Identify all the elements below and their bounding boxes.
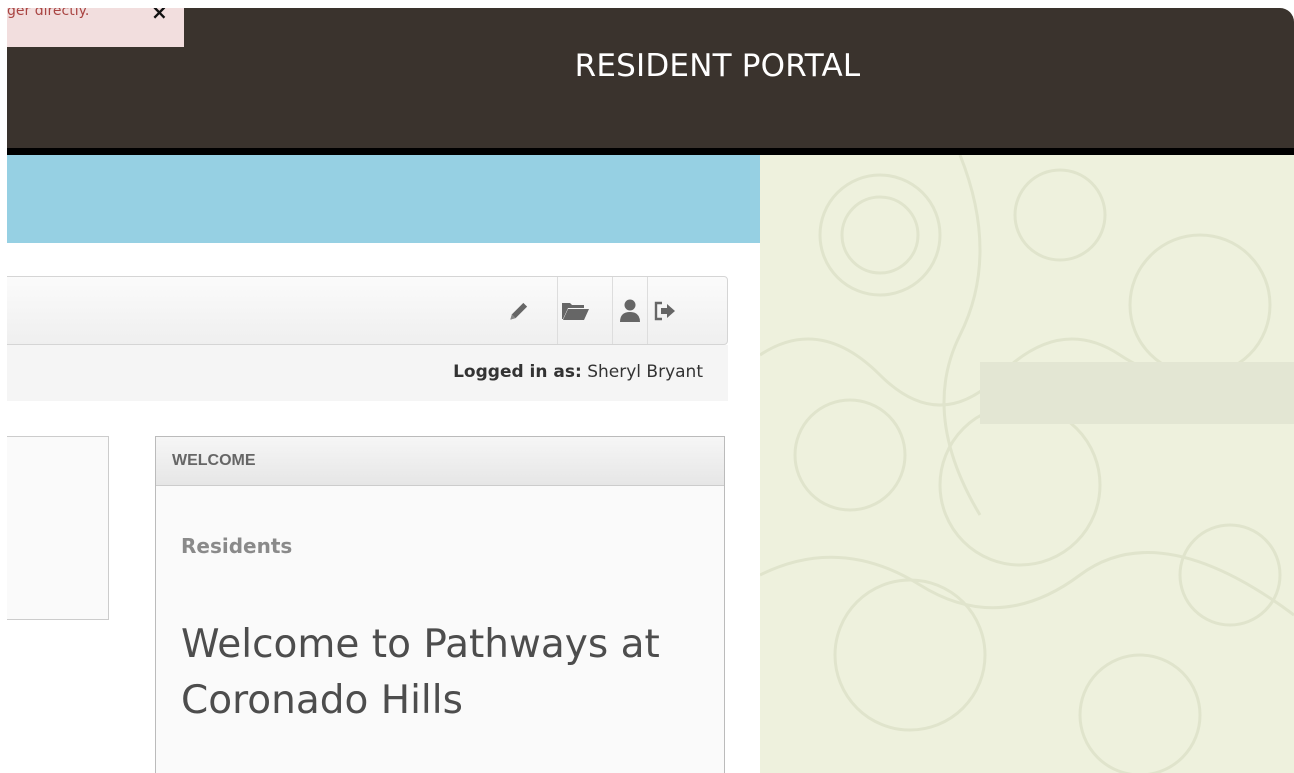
pencil-icon bbox=[506, 298, 532, 324]
welcome-heading: Welcome to Pathways at Coronado Hills bbox=[181, 622, 660, 723]
user-icon bbox=[619, 298, 641, 324]
user-name: Sheryl Bryant bbox=[587, 362, 703, 382]
logout-button[interactable] bbox=[647, 277, 682, 344]
documents-button[interactable] bbox=[557, 277, 592, 344]
paisley-pattern bbox=[760, 155, 1294, 773]
sign-out-icon bbox=[653, 300, 677, 322]
blue-banner bbox=[7, 155, 760, 243]
welcome-panel-title: WELCOME bbox=[172, 452, 256, 469]
portal-title: RESIDENT PORTAL bbox=[574, 48, 861, 84]
main-content: Logged in as: Sheryl Bryant WELCOME Resi… bbox=[7, 155, 760, 773]
edit-button[interactable] bbox=[502, 277, 536, 344]
welcome-panel-header: WELCOME bbox=[156, 437, 724, 486]
profile-button[interactable] bbox=[612, 277, 647, 344]
alert-banner: ger directly. × bbox=[7, 8, 184, 47]
alert-close-button[interactable]: × bbox=[151, 8, 168, 24]
decorative-background bbox=[760, 155, 1294, 773]
user-toolbar bbox=[7, 276, 728, 345]
logged-in-text: Logged in as: Sheryl Bryant bbox=[453, 362, 703, 382]
left-panel bbox=[7, 436, 109, 620]
welcome-panel: WELCOME Residents Welcome to Pathways at… bbox=[155, 436, 725, 773]
folder-open-icon bbox=[560, 299, 590, 323]
site-header: RESIDENT PORTAL bbox=[7, 8, 1294, 155]
app-window: RESIDENT PORTAL ger directly. × Logged i… bbox=[7, 8, 1294, 773]
residents-subheading: Residents bbox=[181, 534, 293, 558]
logged-in-label: Logged in as: bbox=[453, 362, 582, 382]
login-status-bar: Logged in as: Sheryl Bryant bbox=[7, 345, 728, 401]
alert-message: ger directly. bbox=[7, 8, 90, 19]
faded-bar bbox=[980, 362, 1294, 424]
